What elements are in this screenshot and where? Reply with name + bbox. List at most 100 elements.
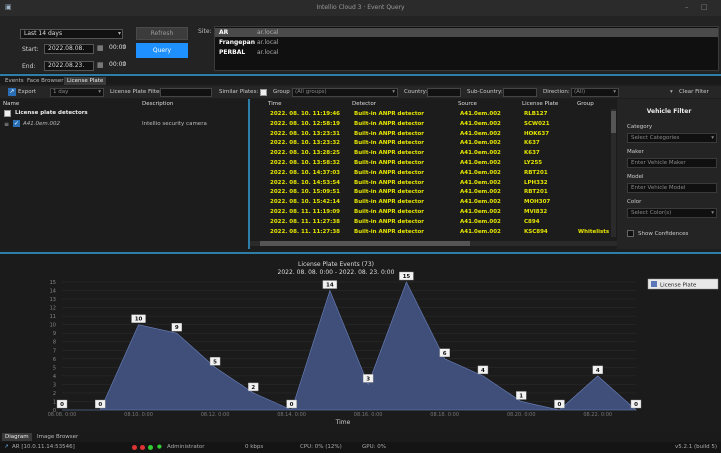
color-label: Color	[627, 199, 642, 205]
data-label: 3	[362, 374, 374, 383]
group-select[interactable]: (All groups) ▾	[292, 88, 398, 97]
col-name-header[interactable]: Name	[3, 101, 19, 107]
period-select[interactable]: 1 day ▾	[50, 88, 104, 97]
show-confidences-checkbox[interactable]	[627, 230, 634, 237]
calendar-icon[interactable]: ▦	[97, 44, 104, 52]
site-name: Frangepan	[219, 39, 255, 46]
tab-face-browser[interactable]: Face Browser	[24, 77, 66, 85]
y-tick-label: 10	[50, 323, 56, 329]
maker-input[interactable]: Enter Vehicle Maker	[627, 158, 717, 168]
cell-source: A41.0em.002	[460, 140, 501, 147]
series-area	[62, 281, 637, 411]
chevron-down-icon[interactable]: ▾	[670, 89, 673, 95]
tab-image-browser[interactable]: Image Browser	[34, 433, 81, 441]
spinner-icon[interactable]: ⇕	[121, 44, 126, 51]
col-source-header[interactable]: Source	[458, 101, 477, 107]
similar-plates-checkbox[interactable]	[260, 89, 267, 96]
check-icon[interactable]: ✓	[13, 120, 20, 127]
group-label: Group	[273, 89, 290, 95]
refresh-button[interactable]: Refresh	[136, 27, 188, 40]
cell-time: 2022. 08. 11. 11:27:38	[270, 218, 340, 225]
data-label: 6	[439, 348, 450, 358]
site-row[interactable]: PERBAL ar.local	[215, 48, 718, 57]
query-button[interactable]: Query	[136, 43, 188, 58]
data-label-text: 3	[366, 376, 370, 382]
title-bar: ▣ Intellio Cloud 3 · Event Query – □	[0, 0, 721, 16]
horizontal-scrollbar[interactable]	[250, 241, 617, 246]
site-row[interactable]: AR ar.local	[215, 28, 718, 37]
col-plate-header[interactable]: License Plate	[522, 101, 558, 107]
tab-events[interactable]: Events	[2, 77, 27, 85]
col-group-header[interactable]: Group	[577, 101, 594, 107]
vertical-scrollbar[interactable]	[611, 109, 616, 237]
export-icon[interactable]: ↗	[8, 88, 16, 96]
minimize-icon[interactable]: –	[685, 3, 689, 11]
subcountry-input[interactable]	[503, 88, 537, 97]
legend-label: License Plate	[660, 283, 697, 289]
site-row[interactable]: Frangepan ar.local	[215, 38, 718, 47]
cell-plate: RBT201	[524, 169, 548, 176]
status-dot-icon	[148, 445, 153, 450]
similar-plates-label: Similar Plates:	[219, 89, 259, 95]
x-tick-label: 08.18. 0:00	[430, 412, 459, 418]
model-input[interactable]: Enter Vehicle Model	[627, 183, 717, 193]
data-label-text: 9	[175, 325, 179, 331]
category-select[interactable]: Select Categories ▾	[627, 133, 717, 143]
y-tick-label: 9	[53, 331, 56, 337]
detector-item-name[interactable]: A41.0em.002	[23, 121, 60, 127]
clear-filter-button[interactable]: Clear Filter	[679, 89, 709, 95]
scrollbar-thumb[interactable]	[260, 241, 470, 246]
version: v5.2.1 (build 5)	[675, 444, 718, 450]
cell-time: 2022. 08. 10. 14:37:03	[270, 169, 340, 176]
lp-filter-input[interactable]	[160, 88, 212, 97]
cell-detector: Built-in ANPR detector	[354, 150, 424, 157]
data-label-text: 0	[98, 402, 102, 408]
cell-plate: LPH332	[524, 179, 548, 186]
country-input[interactable]	[427, 88, 461, 97]
chart-legend[interactable]: License Plate	[647, 278, 719, 290]
chart-title: License Plate Events (73)	[298, 261, 374, 268]
cell-source: A41.0em.002	[460, 150, 501, 157]
maximize-icon[interactable]: □	[701, 3, 708, 11]
data-label-text: 15	[403, 274, 411, 280]
col-time-header[interactable]: Time	[268, 101, 281, 107]
model-label: Model	[627, 174, 644, 180]
data-label: 0	[630, 399, 642, 409]
y-tick-label: 2	[53, 391, 56, 397]
range-select[interactable]: Last 14 days ▾	[20, 29, 123, 39]
expand-icon[interactable]: ≡	[4, 121, 9, 128]
cell-plate: K637	[524, 140, 540, 147]
cell-plate: RBT201	[524, 189, 548, 196]
end-date-field[interactable]: 2022.08.23.	[44, 61, 94, 71]
connection-icon: ↗	[4, 444, 9, 450]
site-list[interactable]: AR ar.local Frangepan ar.local PERBAL ar…	[214, 26, 719, 71]
detectors-root[interactable]: License plate detectors	[15, 110, 88, 116]
cell-time: 2022. 08. 10. 12:58:19	[270, 120, 340, 127]
events-table: Time Detector Source License Plate Group…	[250, 99, 617, 249]
main-tabs: Events Face Browser License Plate	[0, 74, 721, 85]
calendar-icon[interactable]: ▦	[97, 61, 104, 69]
spinner-icon[interactable]: ⇕	[121, 61, 126, 68]
show-confidences-label: Show Confidences	[638, 231, 689, 237]
color-select[interactable]: Select Color(s) ▾	[627, 208, 717, 218]
col-description-header[interactable]: Description	[142, 101, 173, 107]
cell-plate: MOH307	[524, 199, 551, 206]
scrollbar-thumb[interactable]	[611, 111, 616, 133]
data-label: 0	[554, 399, 565, 409]
start-date-field[interactable]: 2022.08.08.	[44, 44, 94, 54]
chart-subtitle: 2022. 08. 08. 0:00 - 2022. 08. 23. 0:00	[278, 269, 395, 276]
cell-time: 2022. 08. 10. 13:23:31	[270, 130, 340, 137]
y-tick-label: 8	[53, 340, 56, 346]
cell-source: A41.0em.002	[460, 209, 501, 215]
tab-diagram[interactable]: Diagram	[2, 433, 32, 441]
tab-license-plate[interactable]: License Plate	[64, 77, 107, 85]
query-section: Last 14 days ▾ Start: 2022.08.08. ▦ 00:0…	[0, 16, 721, 73]
root-checkbox[interactable]	[4, 110, 11, 117]
site-host: ar.local	[257, 29, 279, 36]
group-value: (All groups)	[295, 89, 327, 95]
export-button[interactable]: Export	[18, 89, 36, 95]
cell-detector: Built-in ANPR detector	[354, 179, 424, 186]
col-detector-header[interactable]: Detector	[352, 101, 376, 107]
direction-select[interactable]: (All) ▾	[571, 88, 619, 97]
data-label: 1	[516, 391, 527, 400]
